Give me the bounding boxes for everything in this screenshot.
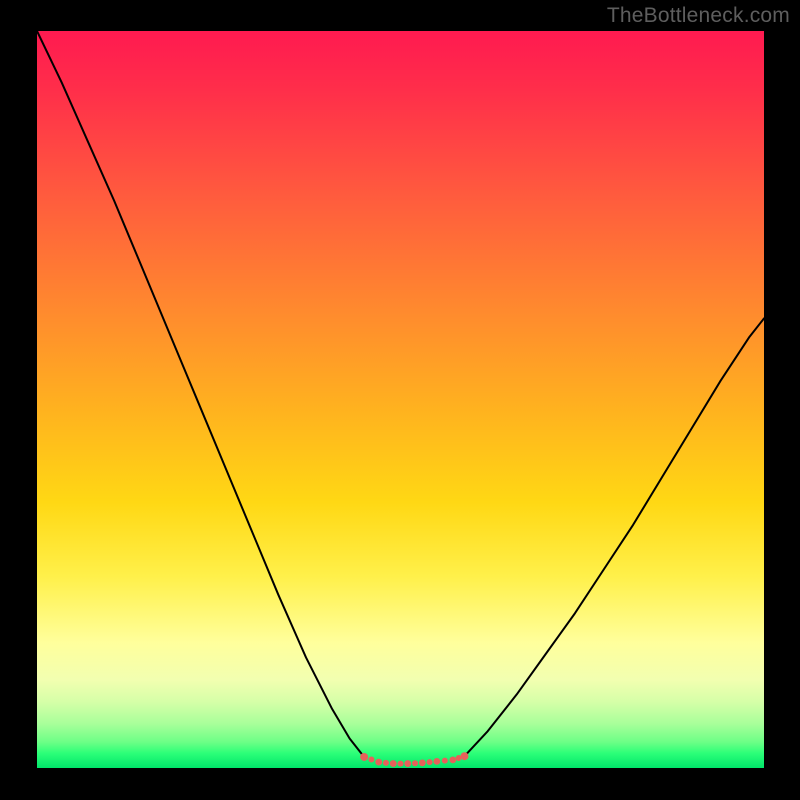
valley-dot	[449, 756, 456, 763]
valley-dot	[427, 759, 433, 765]
curve-left-descent	[37, 31, 364, 757]
plot-area	[37, 31, 764, 768]
curve-layer	[37, 31, 764, 767]
valley-dot	[433, 758, 440, 765]
valley-dot	[398, 761, 404, 767]
valley-dot	[412, 760, 418, 766]
endpoint-marker	[460, 752, 468, 760]
valley-dot	[375, 759, 382, 766]
valley-dot	[419, 759, 426, 766]
valley-dot	[404, 760, 411, 767]
curve-right-ascent	[464, 318, 764, 756]
valley-dot	[442, 758, 448, 764]
endpoint-marker	[360, 753, 368, 761]
valley-dot	[368, 757, 374, 763]
watermark-text: TheBottleneck.com	[607, 4, 790, 28]
valley-dot	[383, 760, 389, 766]
chart-frame: TheBottleneck.com	[0, 0, 800, 800]
chart-svg	[37, 31, 764, 768]
valley-dot	[390, 760, 397, 767]
